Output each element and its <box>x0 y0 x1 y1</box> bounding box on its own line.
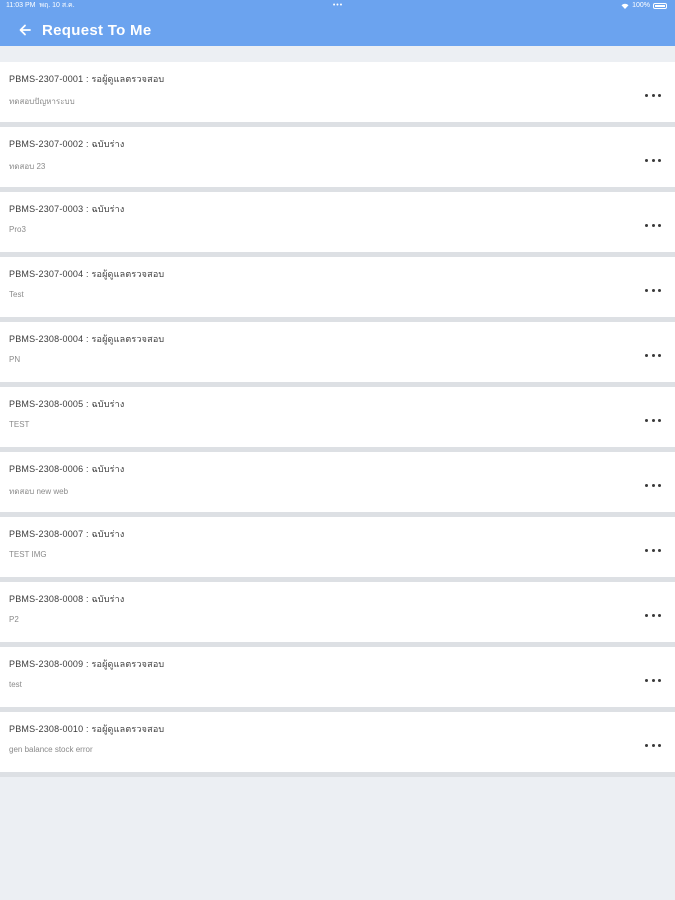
more-dot <box>651 613 655 617</box>
request-title: PBMS-2307-0004 : รอผู้ดูแลตรวจสอบ <box>9 269 165 279</box>
more-dot <box>658 418 661 422</box>
more-dot <box>645 613 648 617</box>
more-dot <box>651 418 655 422</box>
more-dot <box>651 288 655 292</box>
more-dot <box>651 158 655 162</box>
request-subtitle: TEST <box>9 420 30 429</box>
request-item[interactable]: PBMS-2307-0001 : รอผู้ดูแลตรวจสอบทดสอบปั… <box>0 62 675 127</box>
status-time: 11:03 PM <box>6 2 36 9</box>
more-dot <box>645 418 648 422</box>
more-dot <box>651 743 655 747</box>
request-item[interactable]: PBMS-2308-0007 : ฉบับร่าง TEST IMG <box>0 517 675 582</box>
more-dot <box>658 353 661 357</box>
request-subtitle: test <box>9 680 22 689</box>
more-horizontal-icon[interactable] <box>645 545 661 555</box>
more-dot <box>645 548 648 552</box>
status-bar: 11:03 PM พฤ. 10 ส.ค. ••• 100% <box>0 0 675 12</box>
app-header: 11:03 PM พฤ. 10 ส.ค. ••• 100% Request To… <box>0 0 675 46</box>
request-title: PBMS-2308-0010 : รอผู้ดูแลตรวจสอบ <box>9 724 165 734</box>
multitasking-dots[interactable]: ••• <box>330 0 346 12</box>
request-item[interactable]: PBMS-2308-0006 : ฉบับร่างทดสอบ new web <box>0 452 675 517</box>
nav-bar: Request To Me <box>0 14 675 46</box>
more-dot <box>658 678 661 682</box>
request-title: PBMS-2308-0004 : รอผู้ดูแลตรวจสอบ <box>9 334 165 344</box>
request-title: PBMS-2308-0005 : ฉบับร่าง <box>9 399 125 409</box>
more-dot <box>658 483 661 487</box>
more-dot <box>645 743 648 747</box>
more-dot <box>645 93 648 97</box>
request-title: PBMS-2308-0007 : ฉบับร่าง <box>9 529 125 539</box>
more-dot <box>645 223 648 227</box>
request-subtitle: Pro3 <box>9 225 26 234</box>
more-dot <box>645 158 648 162</box>
request-title: PBMS-2307-0001 : รอผู้ดูแลตรวจสอบ <box>9 74 165 84</box>
more-horizontal-icon[interactable] <box>645 610 661 620</box>
battery-icon <box>653 3 667 9</box>
more-dot <box>658 93 661 97</box>
more-horizontal-icon[interactable] <box>645 740 661 750</box>
more-dot <box>645 353 648 357</box>
request-title: PBMS-2307-0002 : ฉบับร่าง <box>9 139 125 149</box>
battery-percent: 100% <box>632 2 650 9</box>
more-dot <box>658 613 661 617</box>
more-horizontal-icon[interactable] <box>645 285 661 295</box>
more-dot <box>645 483 648 487</box>
request-item[interactable]: PBMS-2308-0008 : ฉบับร่าง P2 <box>0 582 675 647</box>
more-horizontal-icon[interactable] <box>645 675 661 685</box>
more-dot <box>658 743 661 747</box>
request-subtitle: P2 <box>9 615 19 624</box>
request-list: PBMS-2307-0001 : รอผู้ดูแลตรวจสอบทดสอบปั… <box>0 62 675 777</box>
more-dot <box>651 223 655 227</box>
request-item[interactable]: PBMS-2308-0004 : รอผู้ดูแลตรวจสอบ PN <box>0 322 675 387</box>
more-horizontal-icon[interactable] <box>645 90 661 100</box>
request-subtitle: PN <box>9 355 21 364</box>
back-button[interactable] <box>10 14 40 46</box>
request-item[interactable]: PBMS-2307-0004 : รอผู้ดูแลตรวจสอบ Test <box>0 257 675 322</box>
status-right: 100% <box>621 0 667 12</box>
request-item[interactable]: PBMS-2307-0003 : ฉบับร่าง Pro3 <box>0 192 675 257</box>
more-dot <box>651 678 655 682</box>
request-item[interactable]: PBMS-2308-0009 : รอผู้ดูแลตรวจสอบ test <box>0 647 675 712</box>
more-dot <box>651 93 655 97</box>
more-dot <box>651 483 655 487</box>
status-time-date: 11:03 PM พฤ. 10 ส.ค. <box>6 0 75 12</box>
arrow-left-icon <box>19 24 31 36</box>
more-dot <box>658 223 661 227</box>
request-subtitle: gen balance stock error <box>9 745 93 754</box>
request-item[interactable]: PBMS-2308-0005 : ฉบับร่าง TEST <box>0 387 675 452</box>
request-title: PBMS-2307-0003 : ฉบับร่าง <box>9 204 125 214</box>
more-dot <box>658 158 661 162</box>
more-horizontal-icon[interactable] <box>645 220 661 230</box>
more-dot <box>645 288 648 292</box>
status-date: พฤ. 10 ส.ค. <box>39 2 75 9</box>
request-item[interactable]: PBMS-2307-0002 : ฉบับร่างทดสอบ 23 <box>0 127 675 192</box>
request-subtitle: Test <box>9 290 24 299</box>
more-horizontal-icon[interactable] <box>645 415 661 425</box>
request-subtitle: ทดสอบ 23 <box>9 162 46 171</box>
more-dot <box>651 548 655 552</box>
request-subtitle: TEST IMG <box>9 550 47 559</box>
more-dot <box>645 678 648 682</box>
page-title: Request To Me <box>42 21 152 39</box>
request-subtitle: ทดสอบปัญหาระบบ <box>9 97 75 106</box>
request-title: PBMS-2308-0006 : ฉบับร่าง <box>9 464 125 474</box>
more-horizontal-icon[interactable] <box>645 155 661 165</box>
request-subtitle: ทดสอบ new web <box>9 487 69 496</box>
more-horizontal-icon[interactable] <box>645 480 661 490</box>
more-dot <box>651 353 655 357</box>
more-dot <box>658 548 661 552</box>
request-title: PBMS-2308-0009 : รอผู้ดูแลตรวจสอบ <box>9 659 165 669</box>
wifi-icon <box>621 3 629 9</box>
more-horizontal-icon[interactable] <box>645 350 661 360</box>
request-title: PBMS-2308-0008 : ฉบับร่าง <box>9 594 125 604</box>
more-dot <box>658 288 661 292</box>
request-item[interactable]: PBMS-2308-0010 : รอผู้ดูแลตรวจสอบ gen bal… <box>0 712 675 777</box>
